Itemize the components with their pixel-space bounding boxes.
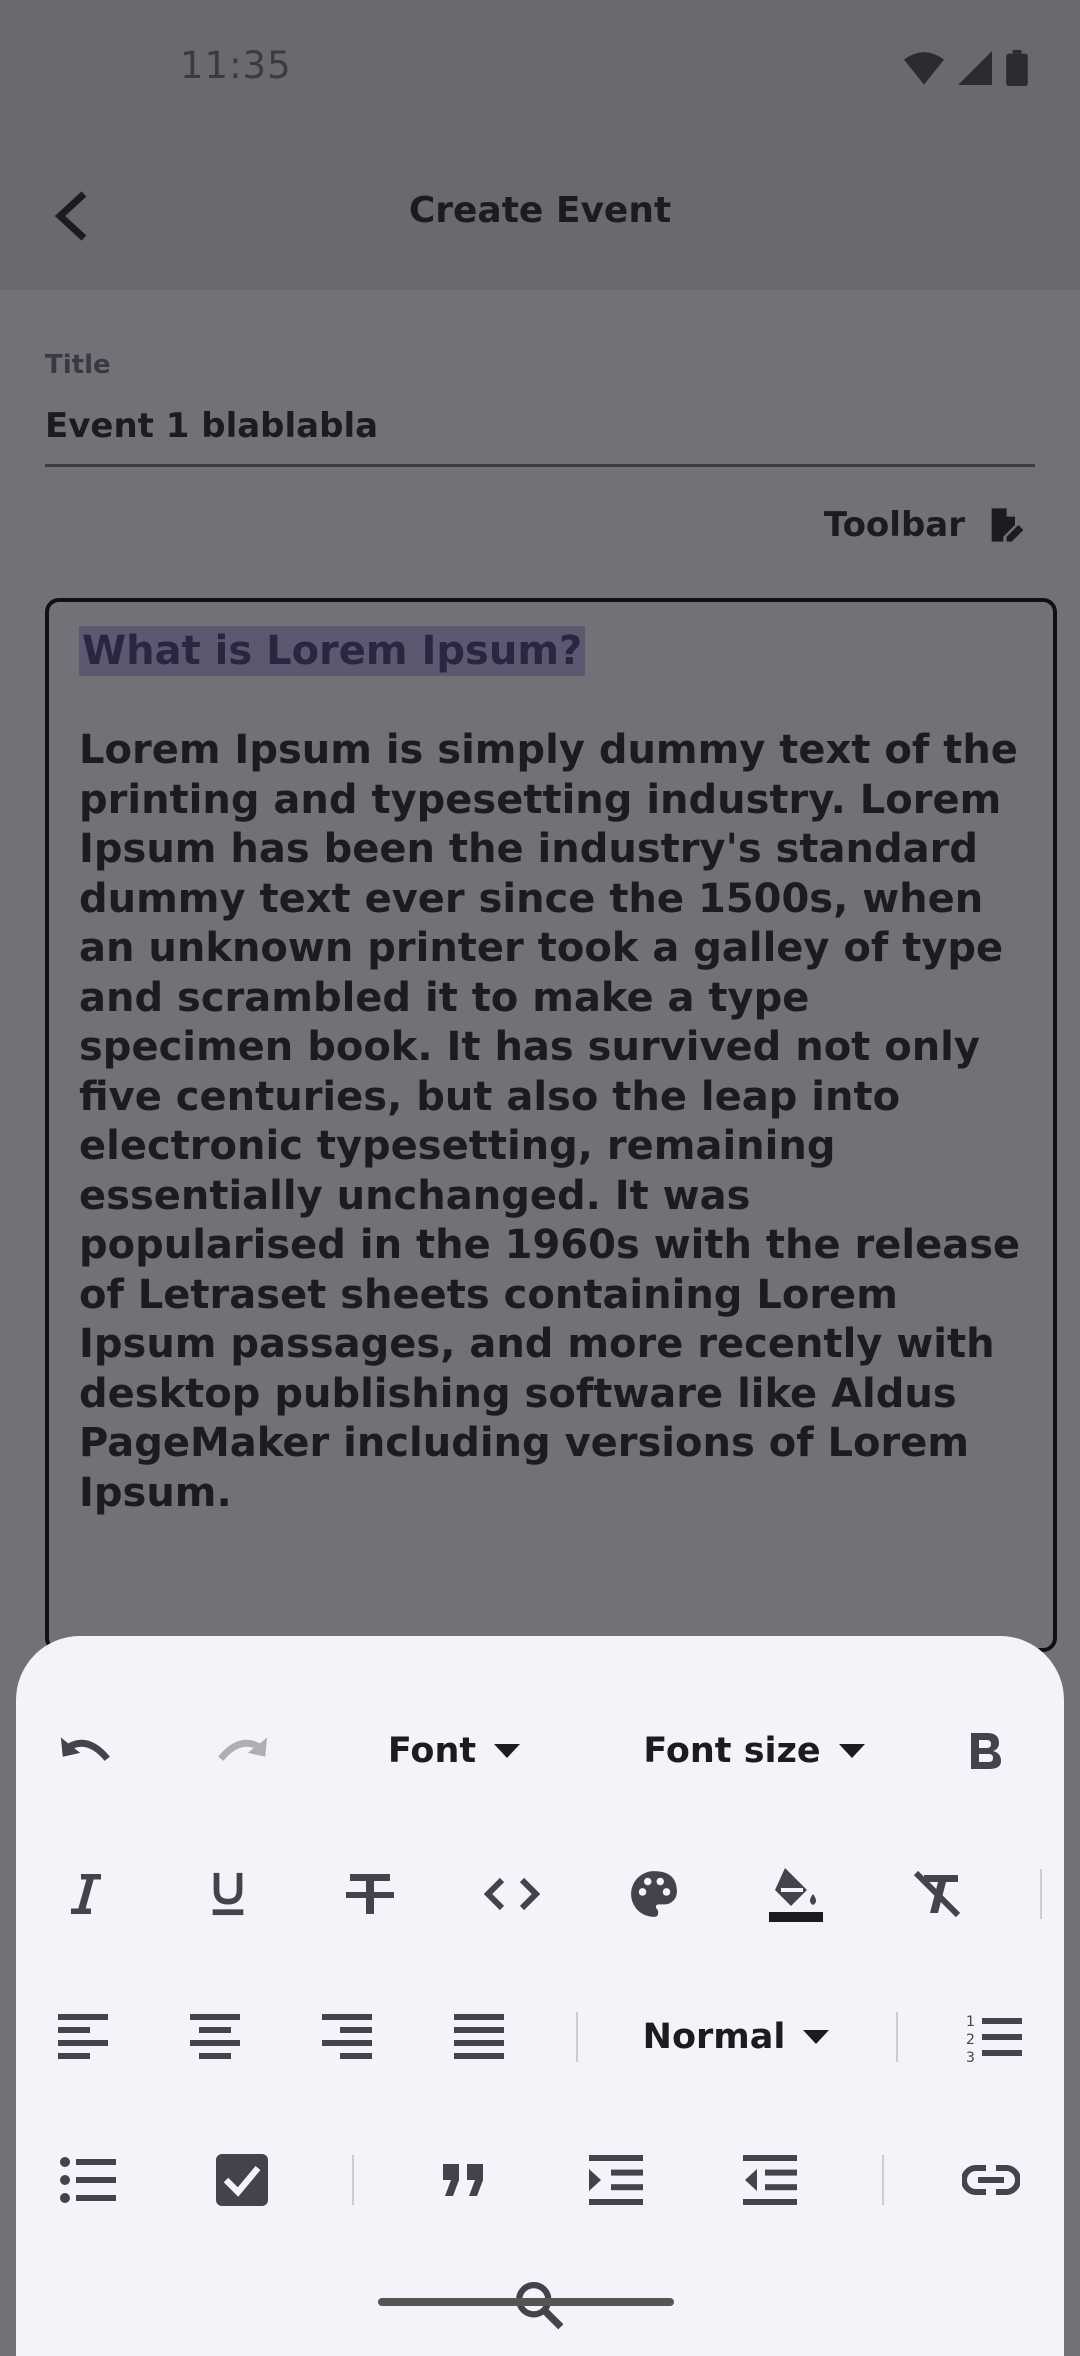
toolbar-toggle-label: Toolbar — [823, 505, 965, 545]
clear-format-button[interactable] — [888, 1844, 988, 1944]
svg-text:3: 3 — [966, 2050, 975, 2062]
svg-text:2: 2 — [966, 2032, 975, 2048]
page-title: Create Event — [408, 190, 672, 231]
bold-button[interactable] — [936, 1701, 1036, 1801]
code-icon — [484, 1877, 540, 1911]
redo-button[interactable] — [192, 1701, 292, 1801]
italic-icon — [71, 1874, 101, 1914]
editor-body-text[interactable]: Lorem Ipsum is simply dummy text of the … — [79, 726, 1023, 1518]
underline-icon — [212, 1872, 244, 1916]
app-bar: Create Event — [0, 140, 1080, 290]
battery-icon — [1006, 50, 1028, 86]
align-justify-icon — [454, 2014, 504, 2059]
toolbar-divider — [352, 2155, 354, 2205]
checklist-button[interactable] — [192, 2130, 292, 2230]
toolbar-divider — [1040, 1869, 1042, 1919]
font-size-dropdown[interactable]: Font size — [634, 1701, 874, 1801]
status-time: 11:35 — [180, 44, 292, 87]
chevron-down-icon — [803, 2030, 830, 2044]
quote-icon — [443, 2164, 483, 2196]
undo-icon — [60, 1737, 110, 1761]
font-dropdown-label: Font — [387, 1731, 477, 1771]
chevron-down-icon — [494, 1744, 521, 1758]
undo-button[interactable] — [36, 1701, 136, 1801]
bullet-list-icon — [60, 2157, 116, 2203]
toolbar-divider — [896, 2012, 898, 2062]
title-field[interactable] — [45, 388, 1035, 467]
edit-document-icon — [991, 508, 1024, 542]
align-center-icon — [190, 2014, 240, 2059]
indent-increase-button[interactable] — [566, 2130, 666, 2230]
toolbar-row-4 — [16, 2130, 1064, 2230]
align-center-button[interactable] — [165, 1987, 265, 2087]
toolbar-toggle-button[interactable]: Toolbar — [824, 505, 1025, 545]
text-color-button[interactable] — [604, 1844, 704, 1944]
bullet-list-button[interactable] — [38, 2130, 138, 2230]
checklist-icon — [216, 2154, 268, 2206]
indent-decrease-button[interactable] — [720, 2130, 820, 2230]
bold-icon — [971, 1733, 1001, 1769]
link-icon — [962, 2165, 1020, 2195]
numbered-list-button[interactable]: 1 2 3 — [944, 1987, 1044, 2087]
italic-button[interactable] — [36, 1844, 136, 1944]
toolbar-divider — [576, 2012, 578, 2062]
align-justify-button[interactable] — [429, 1987, 529, 2087]
code-button[interactable] — [462, 1844, 562, 1944]
editor-heading-selected[interactable]: What is Lorem Ipsum? — [79, 626, 586, 676]
status-icons — [904, 50, 1028, 86]
align-left-icon — [58, 2014, 108, 2059]
fill-color-icon — [769, 1868, 823, 1922]
gesture-handle[interactable] — [378, 2298, 674, 2306]
wifi-icon — [904, 52, 944, 85]
link-button[interactable] — [941, 2130, 1041, 2230]
redo-icon — [218, 1737, 268, 1761]
signal-icon — [958, 51, 992, 85]
formatting-toolbar-sheet: Font Font size Normal 1 2 3 — [16, 1636, 1064, 2356]
font-size-dropdown-label: Font size — [643, 1731, 821, 1771]
numbered-list-icon: 1 2 3 — [966, 2014, 1022, 2062]
search-button[interactable] — [490, 2256, 590, 2356]
svg-text:1: 1 — [966, 2014, 975, 2030]
strikethrough-button[interactable] — [320, 1844, 420, 1944]
title-field-label: Title — [45, 350, 111, 380]
align-right-button[interactable] — [297, 1987, 397, 2087]
strikethrough-icon — [346, 1874, 394, 1914]
status-bar: 11:35 — [0, 0, 1080, 140]
search-icon — [516, 2282, 564, 2330]
header-style-label: Normal — [642, 2017, 786, 2057]
align-left-button[interactable] — [33, 1987, 133, 2087]
align-right-icon — [322, 2014, 372, 2059]
rich-text-editor[interactable]: What is Lorem Ipsum? Lorem Ipsum is simp… — [45, 598, 1057, 1652]
toolbar-row-2 — [16, 1844, 1064, 1944]
indent-increase-icon — [589, 2155, 643, 2205]
fill-color-button[interactable] — [746, 1844, 846, 1944]
font-dropdown[interactable]: Font — [384, 1701, 524, 1801]
quote-button[interactable] — [413, 2130, 513, 2230]
toolbar-divider — [882, 2155, 884, 2205]
toolbar-row-1: Font Font size — [16, 1701, 1064, 1801]
indent-decrease-icon — [743, 2155, 797, 2205]
header-style-dropdown[interactable]: Normal — [616, 1987, 856, 2087]
palette-icon — [631, 1871, 677, 1917]
toolbar-row-5 — [16, 2256, 1064, 2356]
chevron-down-icon — [838, 1744, 865, 1758]
clear-format-icon — [914, 1871, 961, 1917]
underline-button[interactable] — [178, 1844, 278, 1944]
toolbar-row-3: Normal 1 2 3 — [16, 1987, 1064, 2087]
